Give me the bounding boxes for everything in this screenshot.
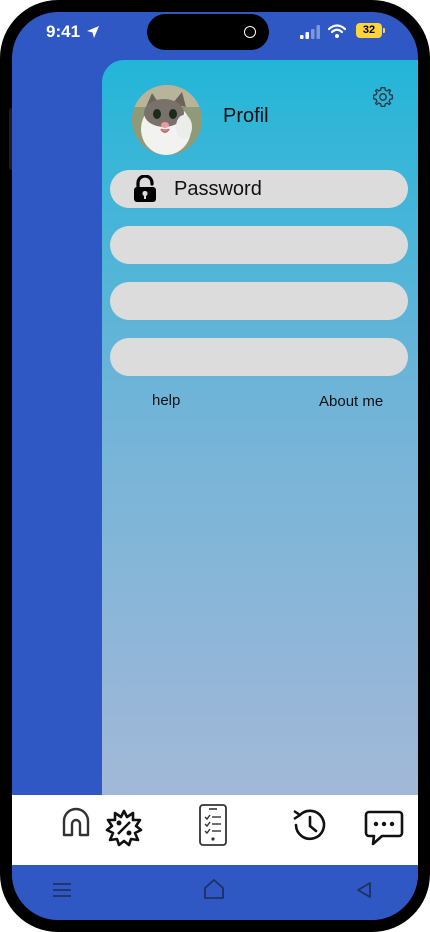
wifi-icon [328, 24, 346, 38]
status-time: 9:41 [46, 22, 81, 41]
camera-dot [244, 26, 256, 38]
home-icon[interactable] [60, 807, 92, 839]
history-clock-icon[interactable] [290, 807, 328, 843]
menu-icon[interactable] [52, 881, 72, 899]
dynamic-island [147, 14, 269, 50]
badge-percent-icon[interactable] [105, 809, 143, 847]
location-arrow-icon [87, 26, 99, 38]
help-link[interactable]: help [152, 392, 180, 409]
gear-icon[interactable] [372, 86, 394, 108]
back-icon[interactable] [356, 881, 372, 899]
checklist-phone-icon[interactable] [197, 803, 229, 847]
unlocked-lock-icon [134, 175, 156, 202]
bottom-nav [12, 795, 418, 865]
about-me-link[interactable]: About me [319, 393, 383, 410]
battery-level: 32 [362, 24, 376, 36]
profile-label: Profil [223, 105, 269, 127]
system-home-icon[interactable] [203, 878, 225, 900]
cellular-signal-icon [300, 25, 320, 39]
empty-field-4[interactable] [110, 338, 408, 376]
screen: 9:41 32 Profil Password help About me [12, 12, 418, 920]
avatar[interactable] [132, 85, 202, 155]
system-nav-bar [12, 865, 418, 920]
cat-photo-icon [132, 85, 202, 155]
password-field[interactable]: Password [110, 170, 408, 208]
chat-bubble-icon[interactable] [364, 809, 404, 847]
empty-field-2[interactable] [110, 226, 408, 264]
empty-field-3[interactable] [110, 282, 408, 320]
battery-cap [383, 28, 385, 33]
password-label: Password [174, 178, 262, 200]
profile-panel: Profil Password help About me [102, 60, 418, 820]
status-bar: 9:41 32 [12, 12, 418, 56]
phone-frame: 9:41 32 Profil Password help About me [0, 0, 430, 932]
battery-icon: 32 [356, 23, 382, 38]
